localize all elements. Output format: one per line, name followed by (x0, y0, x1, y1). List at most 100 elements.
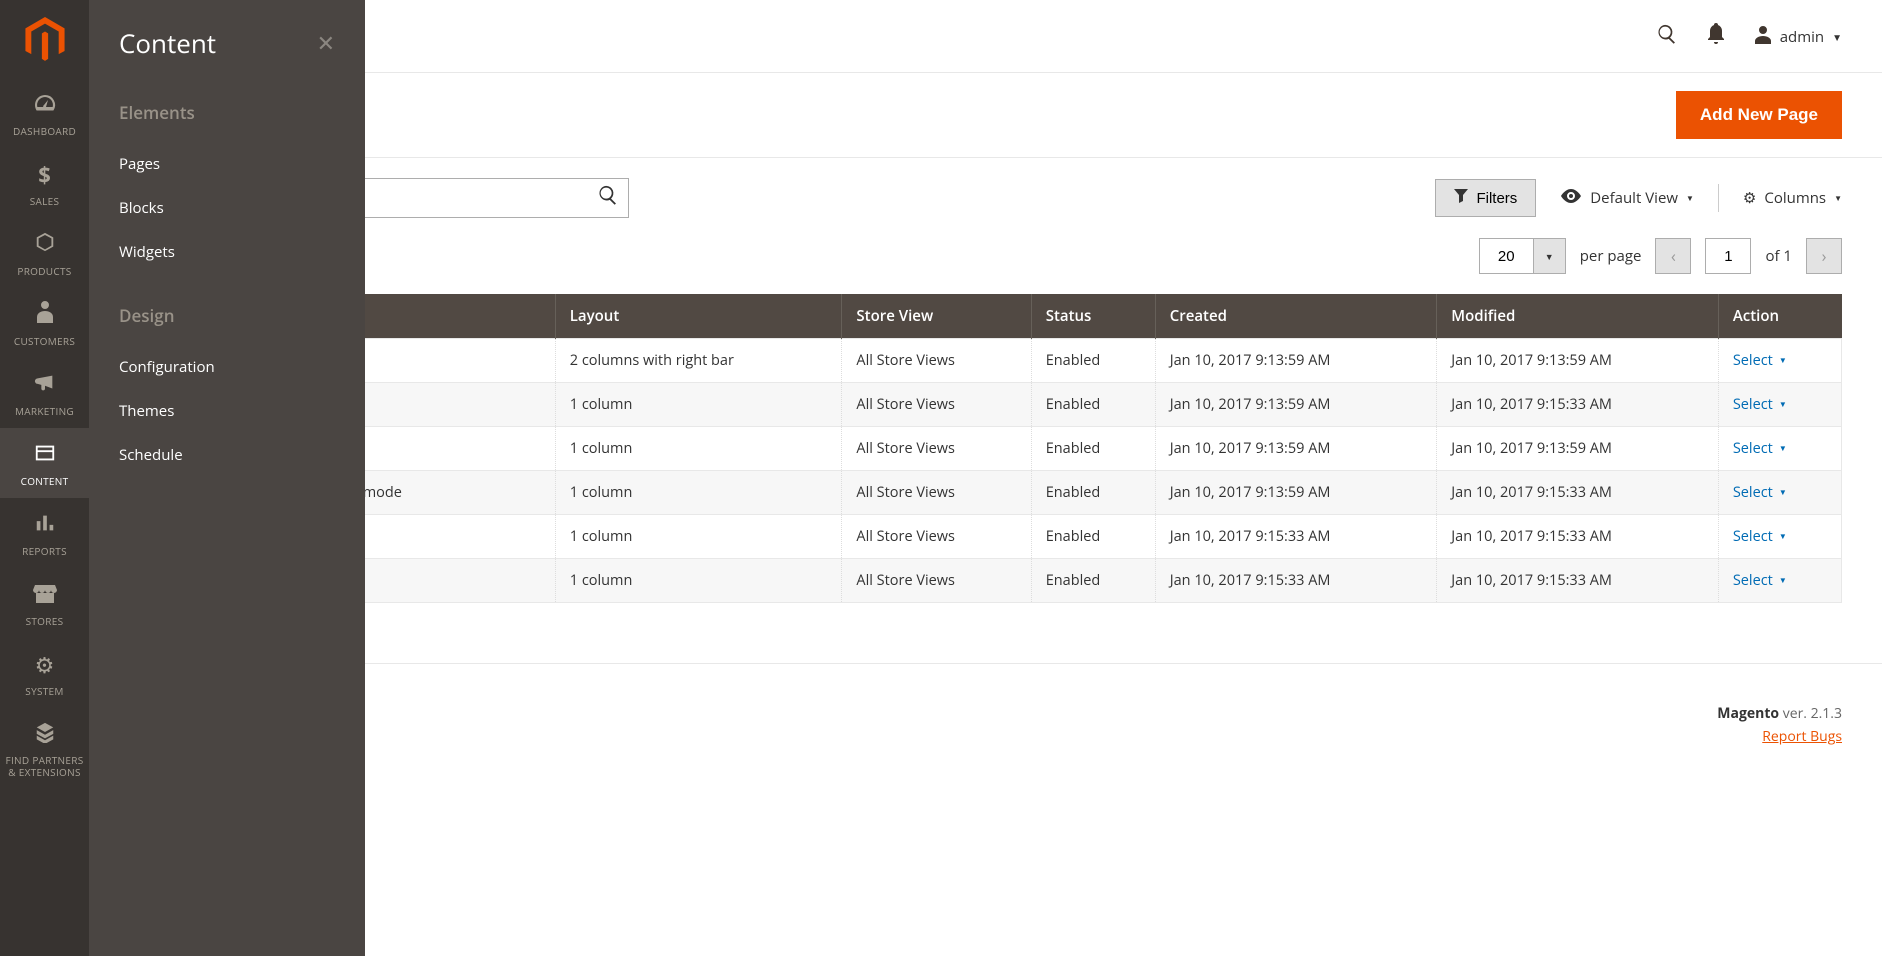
sidebar-item-products[interactable]: PRODUCTS (0, 218, 89, 288)
search-icon[interactable] (1656, 22, 1678, 52)
close-icon[interactable]: ✕ (317, 28, 335, 58)
chevron-down-icon: ▼ (1779, 487, 1787, 498)
footer-right: Magento ver. 2.1.3 Report Bugs (1717, 704, 1842, 746)
bell-icon[interactable] (1706, 22, 1726, 52)
chevron-down-icon: ▼ (1779, 575, 1787, 586)
table-row[interactable]: enable-cookies1 columnAll Store ViewsEna… (130, 427, 1842, 471)
sidebar-item-dashboard[interactable]: DASHBOARD (0, 78, 89, 148)
cell-status: Enabled (1031, 515, 1155, 559)
cell-modified: Jan 10, 2017 9:15:33 AM (1437, 515, 1719, 559)
cell-created: Jan 10, 2017 9:13:59 AM (1155, 471, 1437, 515)
cell-action: Select ▼ (1718, 515, 1841, 559)
columns-label: Columns (1764, 188, 1826, 208)
default-view-button[interactable]: Default View ▼ (1560, 188, 1694, 208)
sidebar-item-marketing[interactable]: MARKETING (0, 358, 89, 428)
sidebar-item-label: REPORTS (22, 544, 67, 558)
report-bugs-link[interactable]: Report Bugs (1717, 727, 1842, 746)
col-modified[interactable]: Modified (1437, 294, 1719, 339)
next-page-button[interactable]: › (1806, 238, 1842, 274)
select-action[interactable]: Select ▼ (1733, 527, 1787, 546)
submenu-link-pages[interactable]: Pages (119, 142, 335, 186)
pager-right: ▼ per page ‹ of 1 › (1479, 238, 1842, 274)
cell-layout: 1 column (555, 515, 842, 559)
sidebar-item-label: SALES (30, 194, 60, 208)
col-action: Action (1718, 294, 1841, 339)
cell-status: Enabled (1031, 383, 1155, 427)
filters-button[interactable]: Filters (1435, 179, 1536, 217)
page-size-input[interactable] (1479, 238, 1534, 274)
table-row[interactable]: customer-service1 columnAll Store ViewsE… (130, 559, 1842, 603)
col-status[interactable]: Status (1031, 294, 1155, 339)
sidebar-item-find-partners[interactable]: FIND PARTNERS& EXTENSIONS (0, 708, 89, 788)
select-action[interactable]: Select ▼ (1733, 571, 1787, 590)
funnel-icon (1454, 189, 1468, 207)
select-action[interactable]: Select ▼ (1733, 483, 1787, 502)
gear-icon (35, 650, 55, 680)
col-layout[interactable]: Layout (555, 294, 842, 339)
prev-page-button[interactable]: ‹ (1655, 238, 1691, 274)
cell-modified: Jan 10, 2017 9:13:59 AM (1437, 427, 1719, 471)
select-action[interactable]: Select ▼ (1733, 395, 1787, 414)
chevron-down-icon: ▼ (1686, 193, 1694, 204)
cell-store-view: All Store Views (842, 383, 1031, 427)
default-view-label: Default View (1590, 188, 1678, 208)
cell-created: Jan 10, 2017 9:15:33 AM (1155, 559, 1437, 603)
cell-created: Jan 10, 2017 9:13:59 AM (1155, 383, 1437, 427)
col-store-view[interactable]: Store View (842, 294, 1031, 339)
magento-logo[interactable] (0, 0, 89, 78)
add-new-page-button[interactable]: Add New Page (1676, 91, 1842, 139)
cell-modified: Jan 10, 2017 9:15:33 AM (1437, 471, 1719, 515)
sidebar-item-label: STORES (26, 614, 64, 628)
filters-label: Filters (1476, 190, 1517, 207)
cell-created: Jan 10, 2017 9:13:59 AM (1155, 339, 1437, 383)
page-size-dropdown[interactable]: ▼ (1534, 238, 1566, 274)
user-icon (1754, 26, 1772, 49)
submenu-title: Content (119, 25, 216, 61)
cell-store-view: All Store Views (842, 427, 1031, 471)
columns-button[interactable]: Columns ▼ (1743, 188, 1842, 208)
select-action[interactable]: Select ▼ (1733, 351, 1787, 370)
cell-layout: 1 column (555, 559, 842, 603)
cell-status: Enabled (1031, 471, 1155, 515)
sidebar-item-label: MARKETING (15, 404, 74, 418)
submenu-section-title: Elements (119, 101, 335, 124)
cell-status: Enabled (1031, 427, 1155, 471)
eye-icon (1560, 188, 1582, 208)
submenu-link-configuration[interactable]: Configuration (119, 345, 335, 389)
content-icon (34, 440, 56, 470)
table-row[interactable]: no-route2 columns with right barAll Stor… (130, 339, 1842, 383)
of-pages-label: of 1 (1765, 246, 1792, 266)
cell-modified: Jan 10, 2017 9:15:33 AM (1437, 383, 1719, 427)
admin-user-label: admin (1780, 27, 1824, 47)
select-action[interactable]: Select ▼ (1733, 439, 1787, 458)
sidebar-item-content[interactable]: CONTENT (0, 428, 89, 498)
page-size-control: ▼ (1479, 238, 1566, 274)
sidebar-item-label: DASHBOARD (13, 124, 76, 138)
current-page-input[interactable] (1705, 238, 1751, 274)
cell-action: Select ▼ (1718, 471, 1841, 515)
sidebar-item-system[interactable]: SYSTEM (0, 638, 89, 708)
submenu-link-schedule[interactable]: Schedule (119, 433, 335, 477)
version-label: Magento ver. 2.1.3 (1717, 704, 1842, 723)
sidebar-item-reports[interactable]: REPORTS (0, 498, 89, 568)
bullhorn-icon (34, 370, 56, 400)
sidebar-item-sales[interactable]: SALES (0, 148, 89, 218)
table-row[interactable]: privacy-policy-cookie-restriction-mode1 … (130, 471, 1842, 515)
submenu-link-widgets[interactable]: Widgets (119, 230, 335, 274)
table-row[interactable]: about-us1 columnAll Store ViewsEnabledJa… (130, 515, 1842, 559)
search-button[interactable] (597, 184, 619, 212)
chevron-down-icon: ▼ (1779, 399, 1787, 410)
cell-store-view: All Store Views (842, 339, 1031, 383)
submenu-section-elements: Elements Pages Blocks Widgets (89, 81, 365, 284)
cell-store-view: All Store Views (842, 559, 1031, 603)
table-row[interactable]: home1 columnAll Store ViewsEnabledJan 10… (130, 383, 1842, 427)
primary-sidebar: DASHBOARD SALES PRODUCTS CUSTOMERS MARKE… (0, 0, 89, 956)
pages-table: URL Key Layout Store View Status Created… (129, 294, 1842, 603)
col-created[interactable]: Created (1155, 294, 1437, 339)
cell-action: Select ▼ (1718, 383, 1841, 427)
submenu-link-themes[interactable]: Themes (119, 389, 335, 433)
sidebar-item-stores[interactable]: STORES (0, 568, 89, 638)
sidebar-item-customers[interactable]: CUSTOMERS (0, 288, 89, 358)
admin-user-menu[interactable]: admin ▼ (1754, 26, 1842, 49)
submenu-link-blocks[interactable]: Blocks (119, 186, 335, 230)
